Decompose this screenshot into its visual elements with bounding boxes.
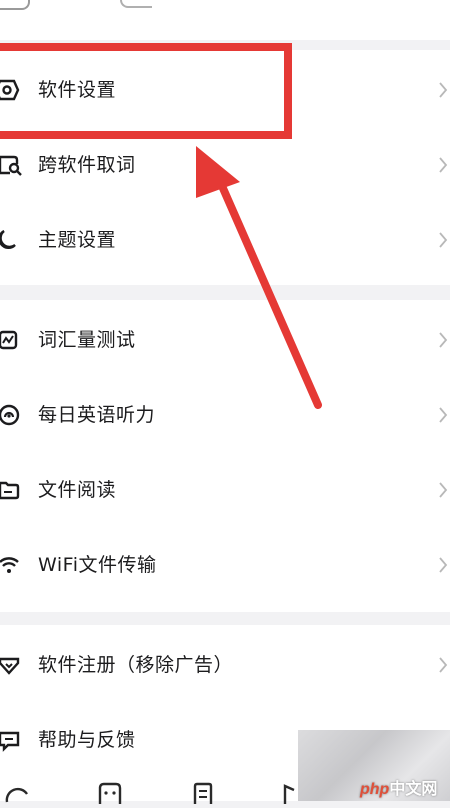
chart-square-icon — [0, 327, 24, 353]
watermark-brand: php — [360, 781, 390, 798]
menu-item-label: 每日英语听力 — [38, 404, 156, 426]
menu-item-theme-settings[interactable]: 主题设置 — [0, 214, 450, 266]
chevron-right-icon — [438, 80, 448, 100]
menu-item-register-remove-ads[interactable]: 软件注册（移除广告） — [0, 639, 450, 691]
menu-item-label: 文件阅读 — [38, 479, 117, 501]
watermark-logo: php中文网 — [360, 775, 437, 799]
menu-item-label: 软件注册（移除广告） — [38, 654, 234, 676]
chevron-right-icon — [438, 230, 448, 250]
partial-icon — [0, 0, 30, 10]
shield-heart-icon — [0, 652, 24, 678]
menu-item-daily-english-listening[interactable]: 每日英语听力 — [0, 389, 450, 441]
wifi-icon — [0, 552, 24, 578]
menu-item-cross-app-lookup[interactable]: 跨软件取词 — [0, 139, 450, 191]
partial-icon — [120, 0, 152, 8]
folder-icon — [0, 477, 24, 503]
settings-group-general: 软件设置 跨软件取词 主题设置 — [0, 50, 450, 285]
chat-bubble-icon — [0, 727, 24, 753]
tab-home-icon[interactable] — [4, 780, 30, 804]
chevron-right-icon — [438, 155, 448, 175]
tab-notes-icon[interactable] — [190, 780, 216, 804]
chevron-right-icon — [438, 405, 448, 425]
watermark-suffix: 中文网 — [389, 781, 438, 798]
menu-item-vocabulary-test[interactable]: 词汇量测试 — [0, 314, 450, 366]
chevron-right-icon — [438, 480, 448, 500]
hexagon-settings-icon — [0, 77, 24, 103]
menu-item-label: 软件设置 — [38, 79, 117, 101]
menu-item-label: 词汇量测试 — [38, 329, 136, 351]
tab-robot-icon[interactable] — [97, 780, 123, 804]
menu-item-label: 帮助与反馈 — [38, 729, 136, 751]
square-search-icon — [0, 152, 24, 178]
menu-item-file-reading[interactable]: 文件阅读 — [0, 464, 450, 516]
menu-item-label: 主题设置 — [38, 229, 117, 251]
headphone-circle-icon — [0, 402, 24, 428]
chevron-right-icon — [438, 555, 448, 575]
chevron-right-icon — [438, 330, 448, 350]
moon-icon — [0, 227, 24, 253]
previous-section-card — [0, 0, 450, 40]
settings-group-learning: 词汇量测试 每日英语听力 文件阅读 WiFi文件传输 — [0, 300, 450, 612]
menu-item-label: 跨软件取词 — [38, 154, 136, 176]
menu-item-software-settings[interactable]: 软件设置 — [0, 64, 450, 116]
menu-item-label: WiFi文件传输 — [38, 554, 157, 576]
menu-item-wifi-transfer[interactable]: WiFi文件传输 — [0, 539, 450, 591]
chevron-right-icon — [438, 655, 448, 675]
